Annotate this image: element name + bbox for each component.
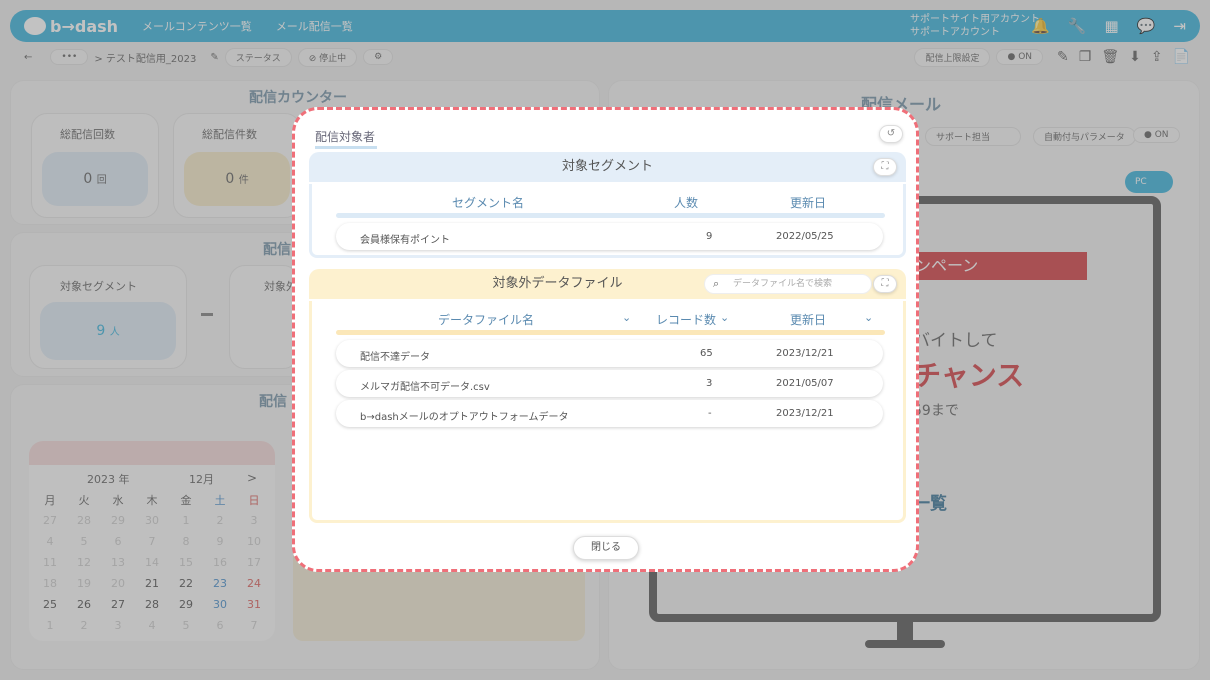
history-button[interactable]: ↺	[879, 125, 903, 143]
search-icon: ⌕	[713, 277, 720, 290]
expand-icon: ⛶	[881, 278, 889, 289]
datafile-row[interactable]: メルマガ配信不可データ.csv 3 2021/05/07	[336, 370, 883, 397]
column-segment-name[interactable]: セグメント名	[452, 194, 524, 211]
segment-row[interactable]: 会員様保有ポイント 9 2022/05/25	[336, 223, 883, 250]
modal-title: 配信対象者	[315, 128, 378, 149]
column-updated[interactable]: 更新日	[790, 311, 826, 328]
close-button[interactable]: 閉じる	[573, 536, 639, 560]
column-count[interactable]: 人数	[674, 194, 698, 211]
segment-table: セグメント名 人数 更新日 会員様保有ポイント 9 2022/05/25	[309, 184, 906, 258]
expand-icon: ⛶	[881, 161, 889, 172]
column-updated[interactable]: 更新日	[790, 194, 826, 211]
datafile-search-input[interactable]: ⌕ データファイル名で検索	[704, 274, 872, 294]
datafile-row[interactable]: b→dashメールのオプトアウトフォームデータ - 2023/12/21	[336, 400, 883, 427]
segment-section-header: 対象セグメント	[309, 152, 906, 182]
delivery-target-modal: 配信対象者 ↺ 対象セグメント ⛶ セグメント名 人数 更新日 会員様保有ポイン…	[292, 107, 919, 572]
column-datafile-name[interactable]: データファイル名	[438, 311, 534, 328]
column-record-count[interactable]: レコード数	[656, 311, 716, 328]
sort-chevron-down-icon[interactable]: ⌄	[622, 311, 631, 324]
excluded-section-header: 対象外データファイル ⌕ データファイル名で検索	[309, 269, 906, 299]
excluded-expand-button[interactable]: ⛶	[873, 275, 897, 293]
excluded-table: データファイル名 ⌄ レコード数 ⌄ 更新日 ⌄ 配信不達データ 65 2023…	[309, 301, 906, 523]
datafile-row[interactable]: 配信不達データ 65 2023/12/21	[336, 340, 883, 367]
segment-expand-button[interactable]: ⛶	[873, 158, 897, 176]
sort-chevron-down-icon[interactable]: ⌄	[864, 311, 873, 324]
sort-chevron-down-icon[interactable]: ⌄	[720, 311, 729, 324]
history-icon: ↺	[886, 128, 896, 139]
